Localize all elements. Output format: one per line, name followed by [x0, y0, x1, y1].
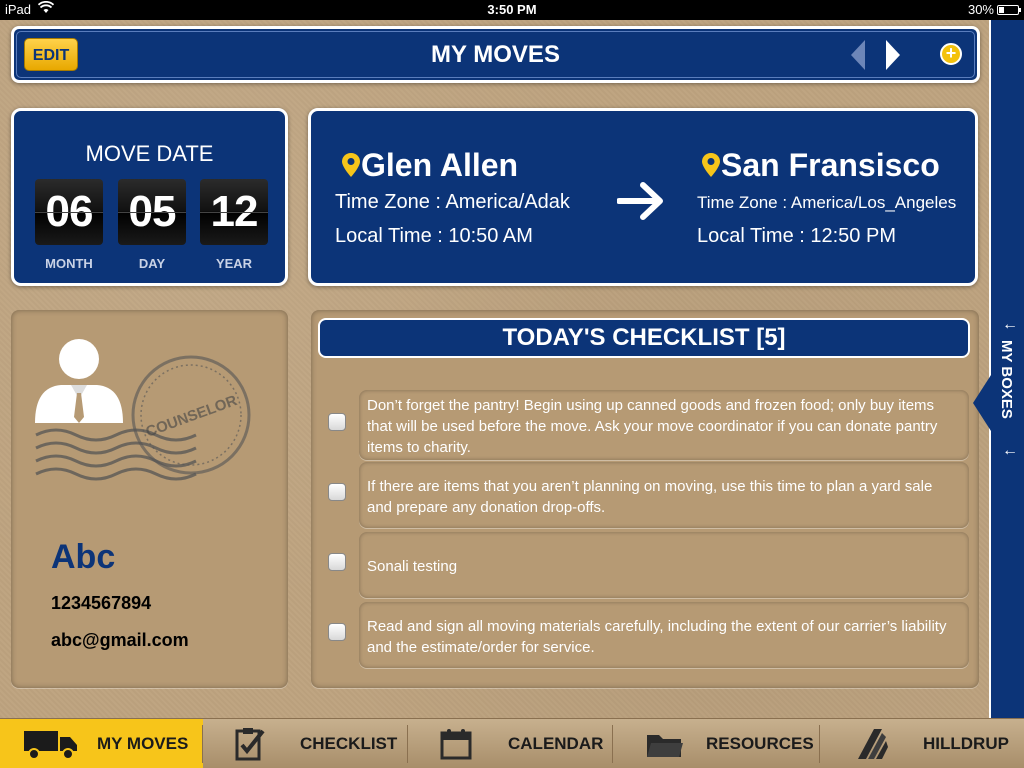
tab-resources[interactable]: RESOURCES: [613, 719, 820, 768]
origin-city-name: Glen Allen: [361, 147, 519, 183]
page-title: MY MOVES: [431, 41, 560, 68]
counselor-phone[interactable]: 1234567894: [51, 593, 151, 614]
clipboard-check-icon: [233, 727, 273, 761]
header-bar: EDIT MY MOVES +: [11, 26, 980, 83]
month-label: MONTH: [45, 256, 93, 271]
year-label: YEAR: [215, 256, 253, 271]
battery-percent: 30%: [967, 2, 994, 17]
origin-local-time: Local Time : 10:50 AM: [335, 225, 533, 247]
my-boxes-label-group: ← MY BOXES ←: [992, 316, 1024, 460]
checklist-title: TODAY'S CHECKLIST [5]: [318, 318, 970, 358]
tab-label: MY MOVES: [97, 734, 189, 753]
stamp-text: COUNSELOR: [144, 392, 240, 441]
tab-my-moves[interactable]: MY MOVES: [0, 719, 203, 768]
side-tab-notch: [973, 375, 991, 431]
destination-city: San Fransisco: [701, 147, 940, 184]
arrow-right-icon: [616, 181, 665, 221]
counselor-card[interactable]: COUNSELOR Abc 1234567894 abc@gmail.com: [11, 310, 288, 688]
previous-move-icon[interactable]: [849, 38, 867, 72]
checklist-item-text[interactable]: Read and sign all moving materials caref…: [359, 602, 969, 668]
location-pin-icon: [701, 149, 721, 177]
day-label: DAY: [138, 256, 166, 271]
month-value: 06: [35, 179, 103, 245]
folder-icon: [645, 727, 685, 761]
my-boxes-tab[interactable]: ← MY BOXES ←: [973, 20, 1024, 718]
location-pin-icon: [341, 149, 361, 177]
tab-label: HILLDRUP: [923, 734, 1009, 753]
battery-icon: [997, 5, 1021, 15]
checklist-checkbox[interactable]: [328, 413, 346, 431]
origin-city: Glen Allen: [341, 147, 518, 184]
bottom-tab-bar: MY MOVES CHECKLIST CALENDAR RESOURCES HI…: [0, 718, 1024, 768]
day-value: 05: [118, 179, 186, 245]
destination-local-time: Local Time : 12:50 PM: [697, 225, 896, 247]
counselor-name: Abc: [51, 538, 116, 576]
destination-timezone: Time Zone : America/Los_Angeles: [697, 193, 957, 212]
add-move-icon[interactable]: +: [940, 43, 962, 65]
my-boxes-label: MY BOXES: [998, 340, 1015, 419]
next-move-icon[interactable]: [884, 38, 902, 72]
tab-calendar[interactable]: CALENDAR: [408, 719, 613, 768]
checklist-item-text[interactable]: Sonali testing: [359, 532, 969, 598]
origin-timezone: Time Zone : America/Adak: [335, 191, 570, 213]
todays-checklist-panel: TODAY'S CHECKLIST [5] Don’t forget the p…: [311, 310, 979, 688]
counselor-email[interactable]: abc@gmail.com: [51, 630, 189, 651]
status-time: 3:50 PM: [487, 2, 537, 17]
tab-checklist[interactable]: CHECKLIST: [203, 719, 408, 768]
move-date-panel: MOVE DATE 06 05 12 MONTH DAY YEAR: [11, 108, 288, 286]
tab-hilldrup[interactable]: HILLDRUP: [820, 719, 1024, 768]
destination-city-name: San Fransisco: [721, 147, 940, 183]
checklist-checkbox[interactable]: [328, 623, 346, 641]
checklist-item-text[interactable]: Don’t forget the pantry! Begin using up …: [359, 390, 969, 460]
year-value: 12: [200, 179, 268, 245]
status-bar: iPad 3:50 PM 30%: [0, 0, 1024, 20]
arrow-left-icon: ←: [1002, 316, 1018, 333]
tab-label: CALENDAR: [508, 734, 604, 753]
move-date-title: MOVE DATE: [85, 141, 214, 166]
checklist-checkbox[interactable]: [328, 553, 346, 571]
calendar-icon: [438, 727, 478, 761]
tab-label: CHECKLIST: [300, 734, 398, 753]
tab-label: RESOURCES: [706, 734, 814, 753]
checklist-item-text[interactable]: If there are items that you aren’t plann…: [359, 462, 969, 528]
arrow-left-icon: ←: [1002, 442, 1018, 459]
checklist-checkbox[interactable]: [328, 483, 346, 501]
truck-icon: [22, 727, 77, 761]
route-panel: Glen Allen Time Zone : America/Adak Loca…: [308, 108, 978, 286]
counselor-stamp-illustration: COUNSELOR: [31, 335, 271, 505]
hilldrup-logo-icon: [852, 727, 892, 761]
